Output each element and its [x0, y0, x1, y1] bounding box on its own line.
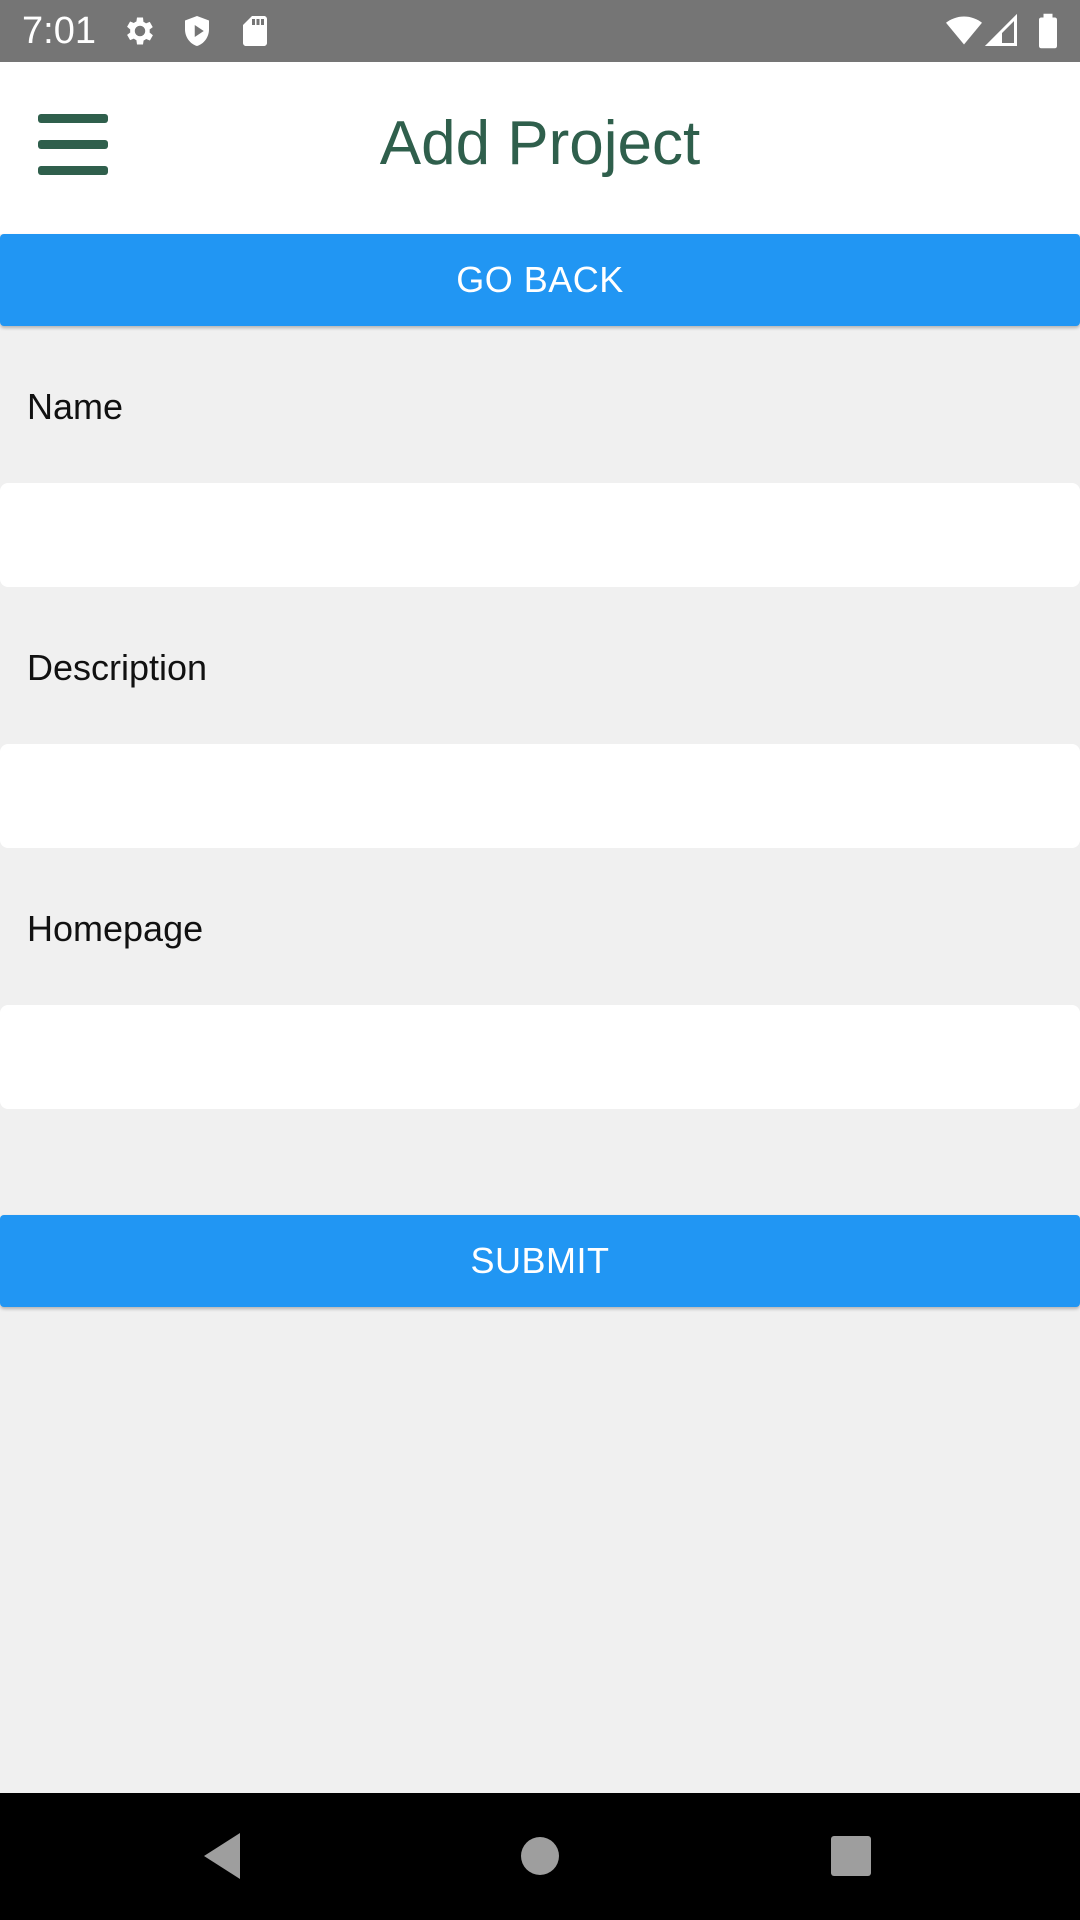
navigation-bar — [0, 1793, 1080, 1920]
status-time: 7:01 — [22, 10, 96, 52]
gear-icon — [122, 13, 158, 49]
home-circle-icon[interactable] — [507, 1823, 573, 1889]
description-input[interactable] — [0, 744, 1080, 848]
cell-signal-icon — [984, 13, 1020, 49]
homepage-input[interactable] — [0, 1005, 1080, 1109]
homepage-label: Homepage — [27, 908, 204, 949]
back-triangle-icon[interactable] — [190, 1823, 256, 1889]
add-project-screen: 7:01 Add Project GO BACK Name Descriptio… — [0, 0, 1080, 1920]
go-back-button[interactable]: GO BACK — [0, 234, 1080, 326]
recents-square-icon[interactable] — [818, 1823, 884, 1889]
page-title: Add Project — [379, 109, 701, 178]
status-bar: 7:01 — [0, 0, 1080, 62]
app-bar: Add Project — [0, 62, 1080, 234]
submit-button[interactable]: SUBMIT — [0, 1215, 1080, 1307]
description-label: Description — [27, 647, 208, 688]
name-input[interactable] — [0, 483, 1080, 587]
name-label: Name — [27, 386, 124, 427]
wifi-icon — [944, 13, 984, 49]
sd-card-icon — [237, 13, 273, 49]
shield-icon — [179, 13, 215, 49]
battery-icon — [1034, 13, 1062, 49]
